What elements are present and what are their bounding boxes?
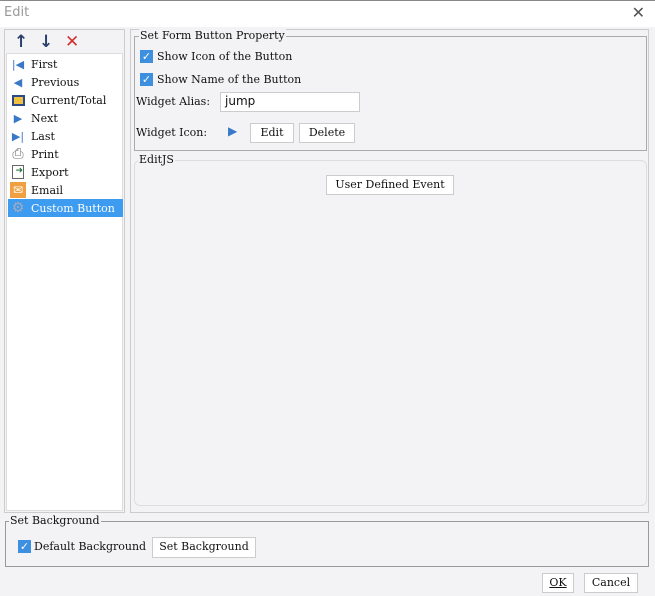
icon-label: Widget Icon: <box>136 126 208 139</box>
close-icon[interactable]: ✕ <box>632 3 645 22</box>
list-item-label: Export <box>31 165 69 179</box>
next-icon: ▶ <box>13 111 23 125</box>
list-item-email[interactable]: ✉ Email <box>8 181 123 199</box>
alias-label: Widget Alias: <box>136 95 211 108</box>
user-defined-event-button[interactable]: User Defined Event <box>326 175 454 195</box>
delete-icon[interactable]: ✕ <box>65 32 79 52</box>
checkbox[interactable]: ✓ <box>140 73 153 86</box>
list-item-next[interactable]: ▶ Next <box>8 109 123 127</box>
checkbox[interactable]: ✓ <box>140 50 153 63</box>
list-item-label: Custom Button <box>31 201 115 215</box>
button-list-panel: ↑ ↓ ✕ |◀ First ◀ Previous Current/Total ▶ N… <box>4 29 125 513</box>
delete-icon-button[interactable]: Delete <box>299 123 355 143</box>
list-item-first[interactable]: |◀ First <box>8 55 123 73</box>
group-title: EditJS <box>138 153 175 166</box>
list-item-export[interactable]: ➜ Export <box>8 163 123 181</box>
title-bar: Edit ✕ <box>0 0 655 27</box>
list-item-current-total[interactable]: Current/Total <box>8 91 123 109</box>
group-title: Set Form Button Property <box>139 29 286 42</box>
list-item-custom-button[interactable]: ⚙ Custom Button <box>8 199 123 217</box>
list-item-last[interactable]: ▶| Last <box>8 127 123 145</box>
button-list: |◀ First ◀ Previous Current/Total ▶ Next ▶|… <box>6 53 123 511</box>
list-item-label: Email <box>31 183 64 197</box>
checkbox[interactable]: ✓ <box>18 540 31 553</box>
checkbox-label: Default Background <box>34 540 147 553</box>
current-total-icon <box>10 92 26 108</box>
move-down-icon[interactable]: ↓ <box>39 32 53 52</box>
checkbox-label: Show Icon of the Button <box>157 50 293 63</box>
print-icon: ⎙ <box>12 146 24 162</box>
list-item-label: Print <box>31 147 59 161</box>
ok-button[interactable]: OK <box>542 573 574 593</box>
cancel-button[interactable]: Cancel <box>584 573 638 593</box>
list-item-previous[interactable]: ◀ Previous <box>8 73 123 91</box>
show-icon-checkbox[interactable]: ✓ Show Icon of the Button <box>140 50 292 63</box>
set-background-button[interactable]: Set Background <box>152 537 256 558</box>
group-title: Set Background <box>9 514 101 527</box>
list-item-label: Next <box>31 111 58 125</box>
previous-icon: ◀ <box>13 75 23 89</box>
gear-icon: ⚙ <box>11 200 25 216</box>
email-icon: ✉ <box>10 182 26 198</box>
show-name-checkbox[interactable]: ✓ Show Name of the Button <box>140 73 301 86</box>
list-item-label: Previous <box>31 75 80 89</box>
editjs-group: EditJS <box>134 153 647 506</box>
list-item-label: Last <box>31 129 55 143</box>
export-icon: ➜ <box>10 164 26 180</box>
move-up-icon[interactable]: ↑ <box>14 32 28 52</box>
widget-icon-preview: ▶ <box>228 124 238 138</box>
window-title: Edit <box>4 5 30 20</box>
checkbox-label: Show Name of the Button <box>157 73 302 86</box>
list-item-print[interactable]: ⎙ Print <box>8 145 123 163</box>
default-background-checkbox[interactable]: ✓ Default Background <box>18 540 146 553</box>
edit-icon-button[interactable]: Edit <box>250 123 294 143</box>
first-icon: |◀ <box>11 57 25 71</box>
list-item-label: Current/Total <box>31 93 107 107</box>
alias-input[interactable]: jump <box>220 92 360 112</box>
last-icon: ▶| <box>11 129 25 143</box>
list-item-label: First <box>31 57 58 71</box>
